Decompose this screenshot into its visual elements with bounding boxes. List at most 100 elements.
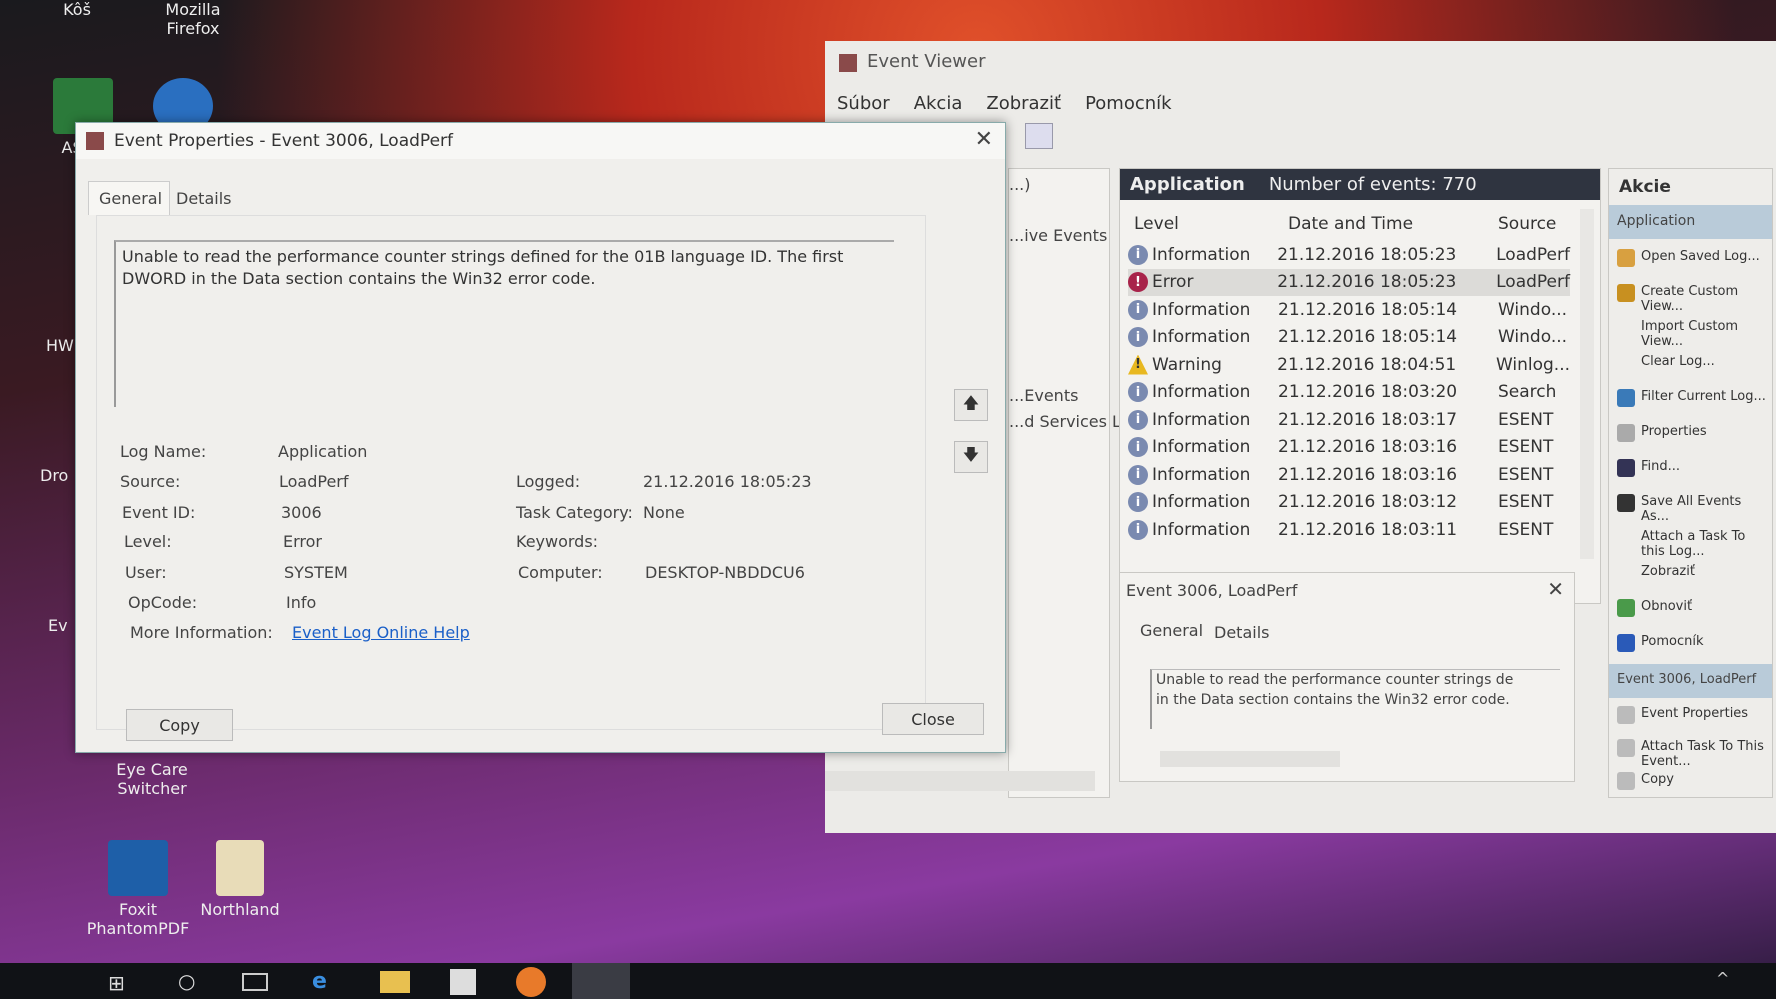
- action-icon: [1617, 634, 1635, 652]
- event-row[interactable]: i Information 21.12.2016 18:03:11 ESENT: [1128, 516, 1570, 543]
- warning-icon: !: [1128, 354, 1148, 375]
- row-datetime: 21.12.2016 18:05:14: [1278, 299, 1458, 320]
- detail-scrollbar[interactable]: [1160, 751, 1340, 767]
- actions-pane: Akcie Application Open Saved Log... Creat…: [1608, 168, 1773, 798]
- event-row[interactable]: i Information 21.12.2016 18:03:16 ESENT: [1128, 461, 1570, 488]
- actions-section-application: Application: [1609, 205, 1772, 239]
- action-label: Event Properties: [1641, 706, 1749, 721]
- event-row[interactable]: i Information 21.12.2016 18:03:20 Search: [1128, 379, 1570, 406]
- level-label: Level:: [124, 532, 172, 551]
- nav-scrollbar[interactable]: [825, 771, 1095, 791]
- row-datetime: 21.12.2016 18:03:17: [1278, 409, 1458, 430]
- file-explorer-icon[interactable]: [380, 971, 410, 993]
- event-row[interactable]: ! Warning 21.12.2016 18:04:51 Winlog...: [1128, 351, 1570, 378]
- event-log-online-help-link[interactable]: Event Log Online Help: [292, 623, 470, 642]
- nav-item[interactable]: ...): [1009, 175, 1031, 194]
- desktop-icon-recycle-bin[interactable]: Kôš: [22, 0, 132, 19]
- more-info-label: More Information:: [130, 623, 273, 642]
- event-row[interactable]: i Information 21.12.2016 18:03:16 ESENT: [1128, 434, 1570, 461]
- row-level: Information: [1152, 244, 1251, 265]
- nav-item[interactable]: ...ive Events: [1009, 226, 1107, 245]
- row-datetime: 21.12.2016 18:03:16: [1278, 437, 1458, 457]
- row-source: ESENT: [1498, 464, 1554, 485]
- row-datetime: 21.12.2016 18:05:14: [1278, 327, 1458, 347]
- arrow-down-icon: 🡇: [962, 444, 980, 464]
- menu-help[interactable]: Pomocník: [1085, 93, 1172, 114]
- search-icon[interactable]: ○: [178, 969, 195, 993]
- event-row[interactable]: ! Error 21.12.2016 18:05:23 LoadPerf: [1128, 268, 1570, 296]
- menu-view[interactable]: Zobraziť: [986, 93, 1061, 114]
- info-icon: i: [1128, 327, 1148, 347]
- desktop-icon-firefox[interactable]: Mozilla Firefox: [138, 0, 248, 38]
- event-row[interactable]: i Information 21.12.2016 18:05:23 LoadPerf: [1128, 241, 1570, 268]
- nav-item[interactable]: ...Events: [1009, 386, 1078, 405]
- close-button[interactable]: Close: [882, 703, 984, 735]
- copy-button[interactable]: Copy: [126, 709, 233, 741]
- toolbar-view-button[interactable]: [1025, 123, 1053, 149]
- desktop-icon-hw[interactable]: HW: [46, 336, 74, 355]
- arrow-up-icon: 🡅: [962, 392, 980, 412]
- row-level: Information: [1152, 464, 1251, 485]
- info-icon: i: [1128, 464, 1148, 485]
- icon-label: Northland: [200, 900, 280, 919]
- list-header: Application Number of events: 770: [1120, 169, 1600, 200]
- row-source: ESENT: [1498, 409, 1554, 430]
- event-row[interactable]: i Information 21.12.2016 18:05:14 Windo...: [1128, 324, 1570, 351]
- column-level[interactable]: Level: [1128, 214, 1278, 234]
- firefox-icon[interactable]: [516, 967, 546, 997]
- event-row[interactable]: i Information 21.12.2016 18:05:14 Windo...: [1128, 296, 1570, 323]
- desktop-icon-dro[interactable]: Dro: [40, 466, 68, 485]
- column-source[interactable]: Source: [1498, 214, 1556, 234]
- action-label: Pomocník: [1641, 634, 1704, 649]
- actions-section-event: Event 3006, LoadPerf: [1609, 664, 1772, 698]
- next-event-button[interactable]: 🡇: [954, 441, 988, 473]
- action-icon: [1617, 706, 1635, 724]
- edge-icon[interactable]: e: [312, 969, 327, 994]
- error-icon: !: [1128, 272, 1148, 292]
- event-row[interactable]: i Information 21.12.2016 18:03:17 ESENT: [1128, 406, 1570, 433]
- desktop-icon-northland[interactable]: Northland: [185, 840, 295, 919]
- action-icon: [1617, 739, 1635, 757]
- action-label: Open Saved Log...: [1641, 249, 1760, 264]
- desktop-icon-eye-care[interactable]: Eye Care Switcher: [92, 760, 212, 798]
- action-label: Attach a Task To this Log...: [1641, 529, 1746, 559]
- action-label: Save All Events As...: [1641, 494, 1742, 524]
- detail-message: Unable to read the performance counter s…: [1150, 669, 1560, 729]
- keywords-label: Keywords:: [516, 532, 599, 551]
- dialog-close-icon[interactable]: ✕: [975, 127, 993, 152]
- tray-chevron-icon[interactable]: ^: [1716, 969, 1729, 988]
- tab-general[interactable]: General: [88, 181, 170, 215]
- close-detail-icon[interactable]: ✕: [1547, 577, 1564, 601]
- row-source: ESENT: [1498, 437, 1554, 457]
- action-label: Properties: [1641, 424, 1707, 439]
- action-label: Import Custom View...: [1641, 319, 1739, 349]
- menu-action[interactable]: Akcia: [914, 93, 963, 114]
- row-level: Information: [1152, 409, 1251, 430]
- event-viewer-taskbar-button[interactable]: [572, 963, 630, 999]
- tab-details[interactable]: Details: [176, 189, 231, 208]
- computer-label: Computer:: [518, 563, 603, 582]
- detail-tab-general[interactable]: General: [1140, 621, 1203, 640]
- section-label: Event 3006, LoadPerf: [1617, 672, 1757, 687]
- list-vertical-scrollbar[interactable]: [1580, 209, 1594, 559]
- event-properties-dialog: Event Properties - Event 3006, LoadPerf …: [75, 122, 1006, 753]
- column-datetime[interactable]: Date and Time: [1278, 214, 1498, 234]
- menu-file[interactable]: Súbor: [837, 93, 890, 114]
- action-label: Copy: [1641, 772, 1674, 787]
- desktop-icon-ev[interactable]: Ev: [48, 616, 68, 635]
- desktop-icon-foxit[interactable]: Foxit PhantomPDF: [78, 840, 198, 938]
- store-icon[interactable]: [450, 969, 476, 995]
- row-datetime: 21.12.2016 18:04:51: [1277, 354, 1457, 375]
- info-icon: i: [1128, 409, 1148, 430]
- task-category-value: None: [643, 503, 685, 522]
- detail-tab-details[interactable]: Details: [1214, 623, 1269, 642]
- action-icon: [1617, 459, 1635, 477]
- row-level: Information: [1152, 519, 1251, 540]
- row-source: ESENT: [1498, 519, 1554, 540]
- event-row[interactable]: i Information 21.12.2016 18:03:12 ESENT: [1128, 489, 1570, 516]
- task-view-icon[interactable]: [242, 973, 268, 991]
- row-datetime: 21.12.2016 18:03:12: [1278, 492, 1458, 512]
- level-value: Error: [283, 532, 322, 551]
- start-windows-icon[interactable]: ⊞: [108, 971, 125, 995]
- previous-event-button[interactable]: 🡅: [954, 389, 988, 421]
